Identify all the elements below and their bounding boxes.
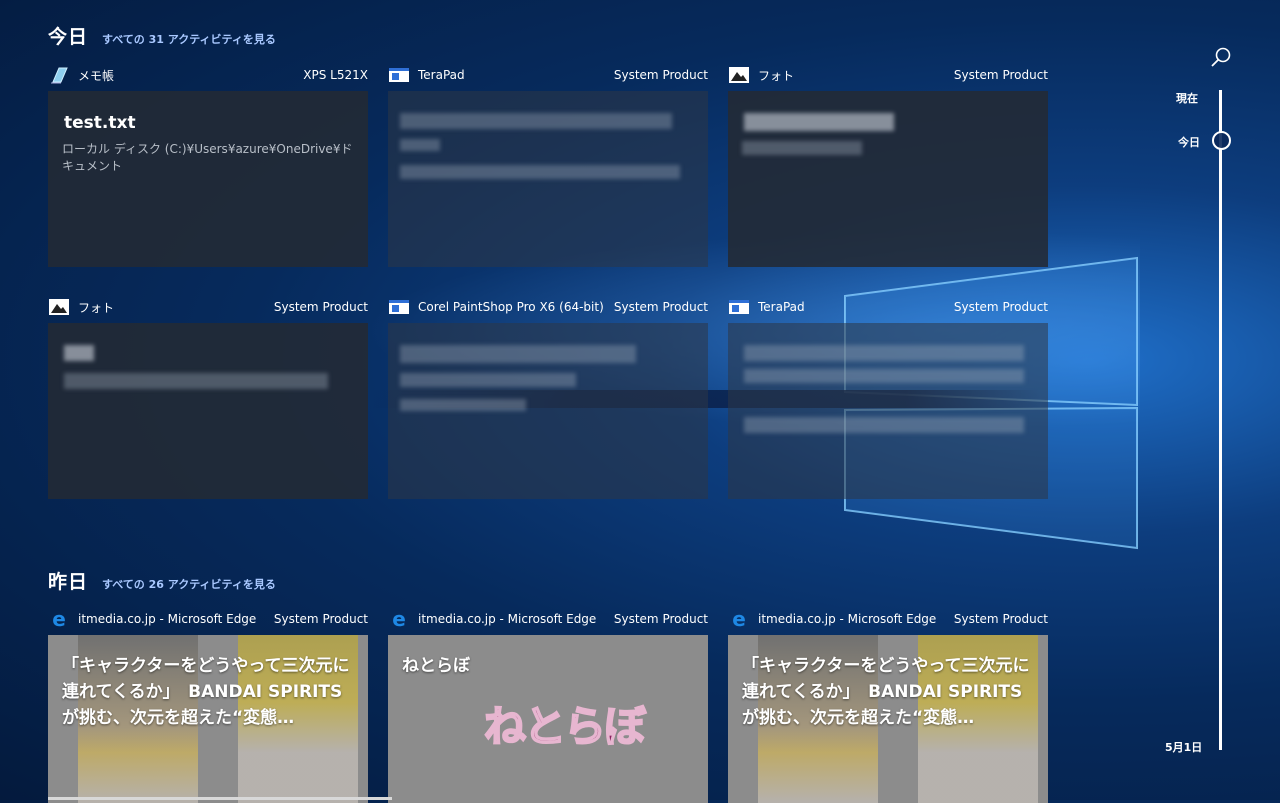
document-path: ローカル ディスク (C:)¥Users¥azure¥OneDrive¥ドキュメ… xyxy=(62,142,353,173)
web-page-title: 「キャラクターをどうやって三次元に連れてくるか」 BANDAI SPIRITSが… xyxy=(742,656,1030,728)
card-device-name: System Product xyxy=(613,300,708,314)
web-page-preview[interactable]: ねとらぼ ねとらぼ xyxy=(388,635,708,803)
edge-icon: e xyxy=(732,607,746,631)
today-title: 今日 xyxy=(48,26,89,48)
timeline-label-today[interactable]: 今日 xyxy=(1178,134,1200,150)
card-device-name: System Product xyxy=(953,68,1048,82)
card-app-name: itmedia.co.jp - Microsoft Edge xyxy=(418,612,597,626)
card-app-name: メモ帳 xyxy=(78,68,115,83)
timeline-scrollbar[interactable] xyxy=(1219,90,1222,750)
notepad-icon xyxy=(48,66,70,84)
card-device-name: System Product xyxy=(953,300,1048,314)
web-page-title: 「キャラクターをどうやって三次元に連れてくるか」 BANDAI SPIRITSが… xyxy=(62,656,350,728)
today-section-header: 今日 すべての 31 アクティビティを見る xyxy=(48,22,276,49)
card-device-name: System Product xyxy=(953,612,1048,626)
activity-card[interactable]: e itmedia.co.jp - Microsoft Edge System … xyxy=(388,607,708,803)
card-app-name: Corel PaintShop Pro X6 (64-bit) xyxy=(418,300,604,314)
card-preview-blurred[interactable] xyxy=(728,91,1048,267)
activity-card[interactable]: Corel PaintShop Pro X6 (64-bit) System P… xyxy=(388,296,708,499)
activity-card[interactable]: e itmedia.co.jp - Microsoft Edge System … xyxy=(48,607,368,803)
web-page-preview[interactable]: 「キャラクターをどうやって三次元に連れてくるか」 BANDAI SPIRITSが… xyxy=(728,635,1048,803)
web-page-preview[interactable]: 「キャラクターをどうやって三次元に連れてくるか」 BANDAI SPIRITSが… xyxy=(48,635,368,803)
site-logo: ねとらぼ xyxy=(483,701,647,752)
card-device-name: System Product xyxy=(613,68,708,82)
terapad-icon xyxy=(728,298,750,316)
card-app-name: フォト xyxy=(758,68,795,83)
card-app-name: フォト xyxy=(78,300,115,315)
card-app-name: TeraPad xyxy=(418,68,465,82)
card-app-name: itmedia.co.jp - Microsoft Edge xyxy=(78,612,257,626)
activity-card[interactable]: e itmedia.co.jp - Microsoft Edge System … xyxy=(728,607,1048,803)
activity-card[interactable]: メモ帳 XPS L521X test.txt ローカル ディスク (C:)¥Us… xyxy=(48,64,368,267)
card-device-name: System Product xyxy=(273,300,368,314)
web-page-title: ねとらぼ xyxy=(402,656,470,676)
card-preview-blurred[interactable] xyxy=(388,323,708,499)
timeline-label-date[interactable]: 5月1日 xyxy=(1165,739,1202,755)
terapad-icon xyxy=(388,66,410,84)
card-device-name: System Product xyxy=(613,612,708,626)
paintshop-icon xyxy=(388,298,410,316)
activity-card[interactable]: TeraPad System Product xyxy=(388,64,708,267)
search-icon[interactable] xyxy=(1210,46,1232,68)
edge-icon: e xyxy=(52,607,66,631)
timeline-label-now[interactable]: 現在 xyxy=(1176,90,1198,106)
card-device-name: XPS L521X xyxy=(303,68,368,82)
card-preview-blurred[interactable] xyxy=(728,323,1048,499)
card-app-name: itmedia.co.jp - Microsoft Edge xyxy=(758,612,937,626)
card-preview-blurred[interactable] xyxy=(48,323,368,499)
timeline-thumb[interactable] xyxy=(1212,131,1231,150)
yesterday-title: 昨日 xyxy=(48,571,89,593)
photos-icon xyxy=(48,298,70,316)
yesterday-section-header: 昨日 すべての 26 アクティビティを見る xyxy=(48,567,276,594)
today-see-all-link[interactable]: すべての 31 アクティビティを見る xyxy=(102,31,276,47)
activity-card[interactable]: フォト System Product xyxy=(48,296,368,499)
photos-icon xyxy=(728,66,750,84)
edge-icon: e xyxy=(392,607,406,631)
activity-card[interactable]: フォト System Product xyxy=(728,64,1048,267)
yesterday-see-all-link[interactable]: すべての 26 アクティビティを見る xyxy=(102,576,276,592)
card-device-name: System Product xyxy=(273,612,368,626)
card-preview[interactable]: test.txt ローカル ディスク (C:)¥Users¥azure¥OneD… xyxy=(48,91,368,267)
card-app-name: TeraPad xyxy=(758,300,805,314)
document-title: test.txt xyxy=(64,113,136,133)
card-preview-blurred[interactable] xyxy=(388,91,708,267)
activity-card[interactable]: TeraPad System Product xyxy=(728,296,1048,499)
